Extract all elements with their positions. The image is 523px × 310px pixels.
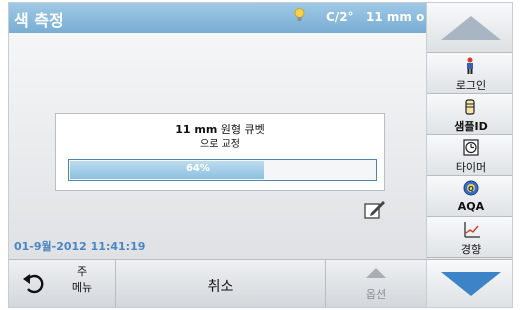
page-title: 색 측정: [14, 11, 64, 30]
down-arrow-icon: [441, 272, 501, 296]
sidebar-item-label: 샘플ID: [454, 120, 488, 133]
aqa-icon: Q: [463, 180, 479, 196]
main-menu-label: 주 메뉴: [71, 264, 93, 296]
sidebar-item-label: 경향: [460, 243, 482, 256]
sidebar-item-login[interactable]: 로그인: [427, 53, 512, 94]
options-up-icon: [366, 268, 386, 278]
main-area: 11 mm 원형 큐벳 으로 교정 64% 01-9월-2012 11:41:1…: [9, 33, 426, 259]
status-datetime: 01-9월-2012 11:41:19: [14, 240, 146, 253]
sample-vial-icon: [465, 99, 475, 115]
main-menu-button[interactable]: 주 메뉴: [9, 260, 116, 307]
options-label: 옵션: [365, 288, 387, 301]
progress-label: 64%: [185, 163, 210, 174]
sidebar-item-aqa[interactable]: Q AQA: [427, 176, 512, 217]
bottom-bar: 주 메뉴 취소 옵션: [9, 259, 426, 307]
sidebar-item-label: 로그인: [455, 79, 487, 92]
main-menu-label-line1: 주: [76, 265, 88, 278]
scroll-up-button[interactable]: [427, 3, 512, 53]
up-arrow-icon: [441, 16, 501, 40]
scroll-down-button[interactable]: [427, 259, 512, 307]
sidebar-item-label: 타이머: [455, 161, 487, 174]
edit-icon[interactable]: [364, 199, 386, 219]
sidebar-item-label: AQA: [457, 200, 485, 213]
cuvette-readout: 11 mm o: [366, 10, 425, 24]
sidebar: 로그인 샘플ID 타이머 Q AQA 경향: [426, 3, 512, 307]
person-icon: [467, 57, 473, 74]
back-arrow-icon: [23, 274, 44, 294]
header-bar: 색 측정 C/2° 11 mm o: [9, 3, 426, 33]
cancel-button[interactable]: 취소: [116, 260, 326, 307]
timer-icon: [463, 139, 479, 156]
svg-text:Q: Q: [468, 185, 474, 193]
options-button[interactable]: 옵션: [326, 260, 426, 307]
lamp-icon: [294, 8, 305, 21]
temperature-readout: C/2°: [326, 10, 354, 24]
progress-bar: 64%: [68, 159, 377, 181]
sidebar-item-timer[interactable]: 타이머: [427, 135, 512, 176]
calibration-dialog: 11 mm 원형 큐벳 으로 교정 64%: [55, 113, 385, 191]
sidebar-item-trend[interactable]: 경향: [427, 217, 512, 258]
instrument-screen: 색 측정 C/2° 11 mm o 11 mm 원형 큐벳 으로 교정 64% …: [8, 2, 513, 308]
main-menu-label-line2: 메뉴: [71, 281, 93, 294]
sidebar-item-sample-id[interactable]: 샘플ID: [427, 94, 512, 135]
dialog-message-line2: 으로 교정: [200, 139, 240, 150]
trend-chart-icon: [464, 222, 480, 238]
